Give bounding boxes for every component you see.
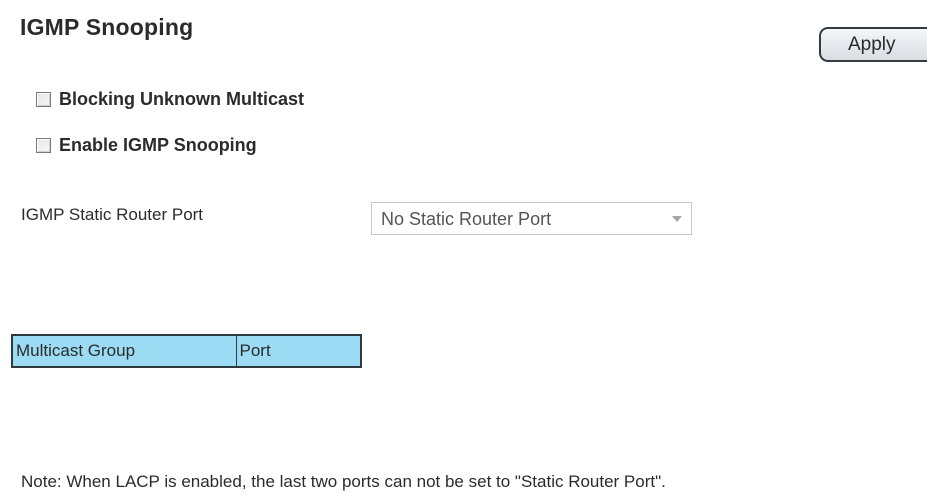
enable-igmp-snooping-label: Enable IGMP Snooping: [59, 135, 257, 155]
multicast-group-table: Multicast Group Port: [11, 334, 362, 368]
page-title: IGMP Snooping: [20, 14, 194, 40]
enable-igmp-snooping-option[interactable]: Enable IGMP Snooping: [36, 135, 257, 156]
blocking-unknown-multicast-option[interactable]: Blocking Unknown Multicast: [36, 89, 304, 110]
column-header-multicast-group: Multicast Group: [12, 335, 237, 367]
blocking-unknown-multicast-checkbox[interactable]: [36, 92, 51, 107]
enable-igmp-snooping-checkbox[interactable]: [36, 138, 51, 153]
static-router-port-label: IGMP Static Router Port: [21, 205, 204, 224]
apply-button[interactable]: Apply: [819, 27, 927, 62]
lacp-note: Note: When LACP is enabled, the last two…: [21, 472, 666, 491]
static-router-port-select[interactable]: No Static Router Port: [371, 202, 692, 235]
table-header-row: Multicast Group Port: [12, 335, 361, 367]
blocking-unknown-multicast-label: Blocking Unknown Multicast: [59, 89, 305, 109]
chevron-down-icon: [672, 216, 682, 222]
static-router-port-value: No Static Router Port: [381, 209, 552, 229]
column-header-port: Port: [236, 335, 361, 367]
